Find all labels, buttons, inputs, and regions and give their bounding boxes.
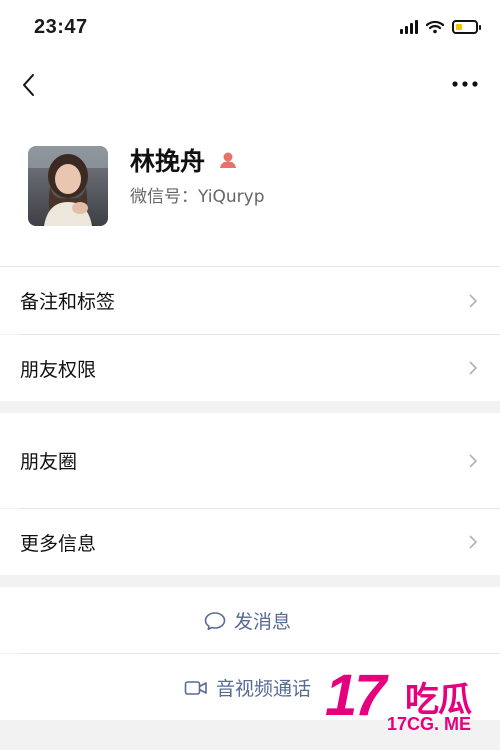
wifi-icon: [426, 20, 444, 34]
user-tag-icon: [220, 152, 236, 168]
watermark-number: 17: [325, 663, 386, 728]
wechat-id: 微信号：YiQuryp: [130, 187, 265, 207]
menu-item-label: 朋友圈: [20, 451, 78, 473]
chat-bubble-icon: [204, 611, 226, 630]
send-message-label: 发消息: [234, 611, 292, 633]
menu-item-label: 更多信息: [20, 532, 97, 555]
send-message-row[interactable]: 发消息: [0, 587, 500, 653]
avatar[interactable]: [28, 146, 108, 226]
menu-item-label: 朋友权限: [20, 358, 97, 381]
site-watermark: 17 吃瓜 17CG. ME: [325, 663, 495, 740]
back-button[interactable]: [16, 70, 40, 100]
menu-item-friend-permissions[interactable]: 朋友权限: [0, 335, 500, 401]
video-call-button[interactable]: 音视频通话: [184, 674, 311, 701]
chevron-right-icon: [469, 453, 478, 468]
contact-name: 林挽舟: [130, 147, 206, 176]
send-message-button[interactable]: 发消息: [204, 607, 291, 634]
video-call-label: 音视频通话: [216, 678, 312, 700]
watermark-url: 17CG. ME: [387, 714, 472, 734]
chevron-right-icon: [469, 535, 478, 549]
status-time: 23:47: [34, 16, 88, 38]
more-button[interactable]: [450, 74, 480, 94]
status-bar: 23:47: [0, 0, 500, 60]
status-icons: [400, 20, 481, 34]
menu-item-label: 备注和标签: [20, 291, 116, 313]
video-camera-icon: [184, 680, 207, 695]
menu-item-more-info[interactable]: 更多信息: [0, 509, 500, 575]
menu-item-remarks-tags[interactable]: 备注和标签: [0, 267, 500, 334]
nav-bar: [0, 60, 500, 120]
battery-icon: [452, 20, 481, 34]
chevron-right-icon: [469, 293, 478, 308]
chevron-right-icon: [469, 361, 478, 375]
more-horizontal-icon: [452, 81, 478, 87]
profile-header: 林挽舟 微信号：YiQuryp: [0, 120, 500, 266]
chevron-left-icon: [23, 74, 34, 96]
cellular-signal-icon: [400, 20, 418, 34]
menu-item-moments[interactable]: 朋友圈: [0, 413, 500, 508]
